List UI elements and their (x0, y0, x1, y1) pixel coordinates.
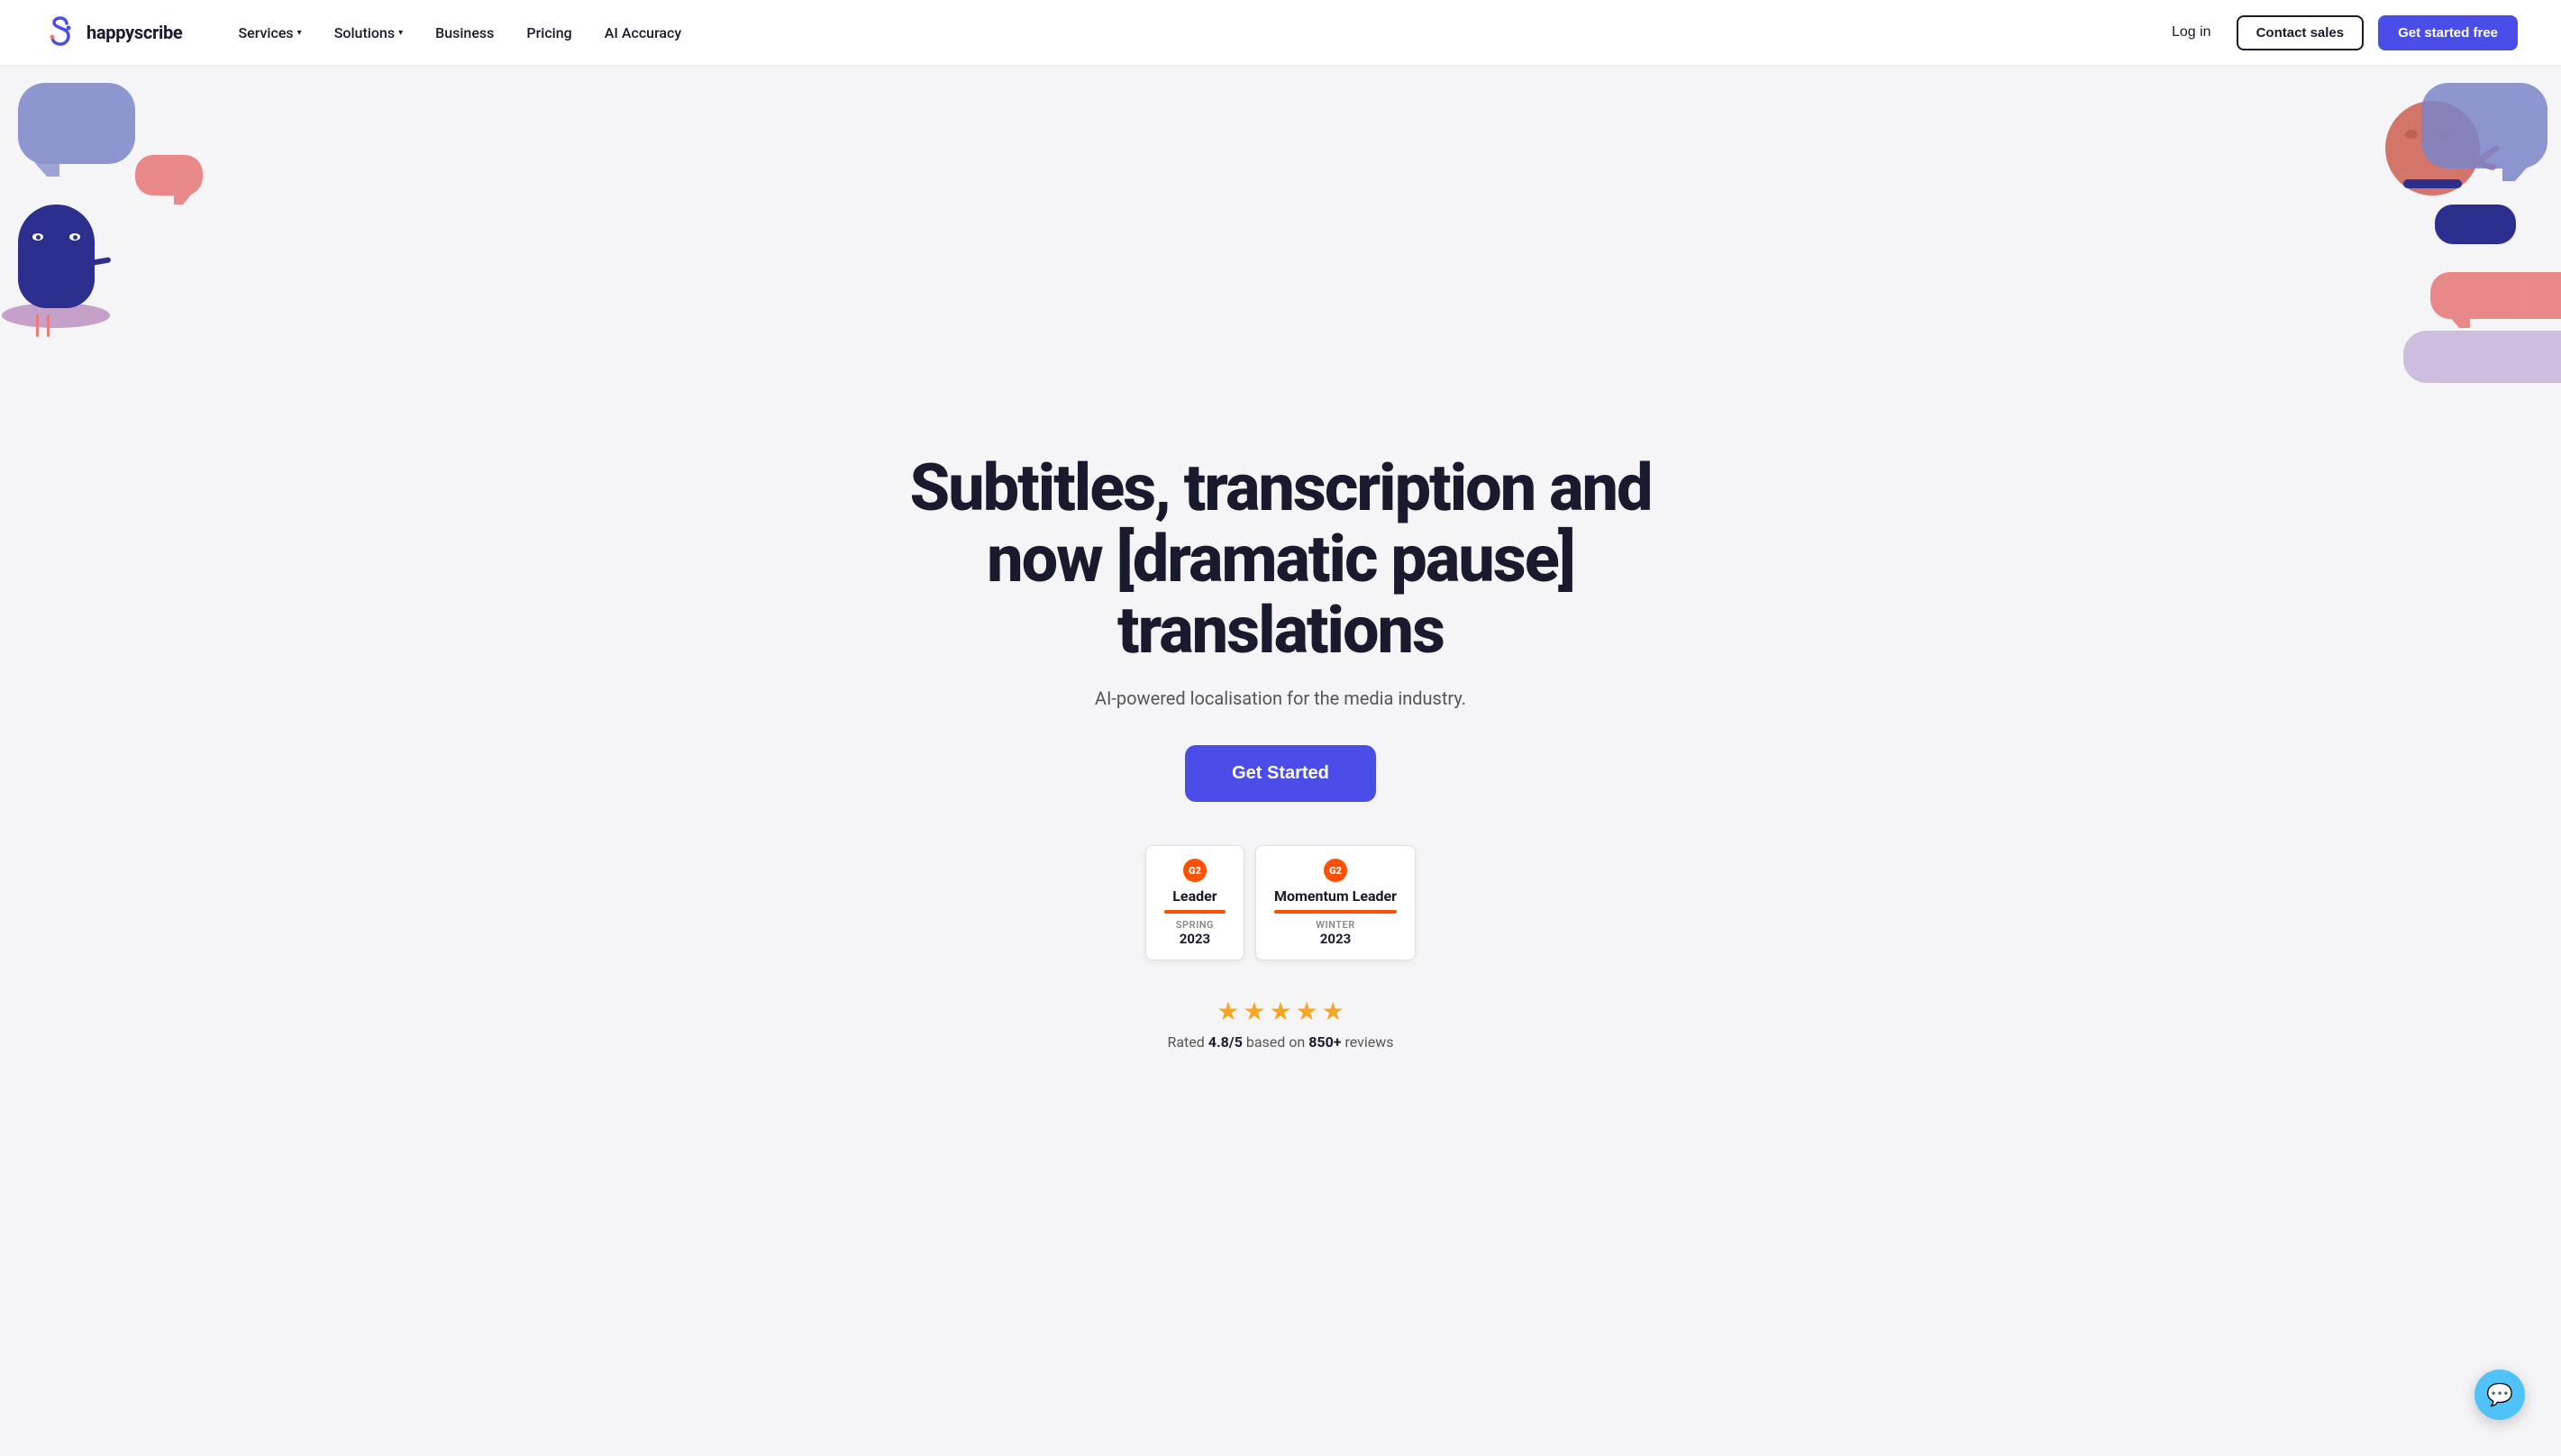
logo-link[interactable]: happyscribe (43, 15, 182, 50)
hero-deco-right (2327, 65, 2561, 470)
bubble-blue-left (18, 83, 135, 164)
character-left (18, 205, 110, 328)
nav-links: Services ▾ Solutions ▾ Business Pricing … (225, 17, 2161, 49)
nav-solutions[interactable]: Solutions ▾ (322, 17, 415, 49)
star-1: ★ (1217, 996, 1239, 1026)
badges-section: G2 Leader SPRING 2023 G2 Momentum Leader… (893, 845, 1668, 960)
badge-leader: G2 Leader SPRING 2023 (1145, 845, 1244, 960)
contact-sales-button[interactable]: Contact sales (2237, 15, 2365, 50)
rating-prefix: Rated (1167, 1033, 1208, 1051)
hero-subtitle: AI-powered localisation for the media in… (893, 687, 1668, 709)
hero-deco-left (0, 65, 216, 443)
rating-based-text: based on (1243, 1033, 1308, 1051)
bubble-pink-small-left (135, 155, 203, 196)
rating-count: 850+ (1308, 1033, 1341, 1051)
nav-business[interactable]: Business (423, 17, 506, 49)
hero-content: Subtitles, transcription and now [dramat… (893, 452, 1668, 1051)
rating-end: reviews (1341, 1033, 1393, 1051)
badge-momentum-season: WINTER (1316, 919, 1354, 931)
chat-button[interactable]: 💬 (2474, 1370, 2525, 1420)
login-button[interactable]: Log in (2161, 17, 2222, 48)
badge-leader-bar (1164, 910, 1226, 914)
navbar: happyscribe Services ▾ Solutions ▾ Busin… (0, 0, 2561, 65)
badge-momentum-year: 2023 (1320, 931, 1351, 947)
star-2: ★ (1243, 996, 1265, 1026)
rating-text: Rated 4.8/5 based on 850+ reviews (1167, 1033, 1393, 1051)
chat-icon: 💬 (2486, 1382, 2513, 1407)
nav-ai-accuracy[interactable]: AI Accuracy (592, 17, 695, 49)
star-4: ★ (1296, 996, 1318, 1026)
nav-services[interactable]: Services ▾ (225, 17, 314, 49)
badge-momentum-title: Momentum Leader (1274, 887, 1397, 905)
badge-leader-year: 2023 (1180, 931, 1210, 947)
nav-pricing[interactable]: Pricing (514, 17, 584, 49)
bubble-lavender-right (2403, 331, 2561, 383)
logo-text: happyscribe (87, 22, 182, 43)
g2-icon-momentum: G2 (1324, 859, 1347, 882)
badge-leader-title: Leader (1172, 887, 1217, 905)
bubble-pink-right (2430, 272, 2561, 319)
rating-section: ★ ★ ★ ★ ★ Rated 4.8/5 based on 850+ revi… (893, 996, 1668, 1051)
bubble-navy-right (2435, 205, 2516, 244)
badge-momentum: G2 Momentum Leader WINTER 2023 (1255, 845, 1416, 960)
stars-display: ★ ★ ★ ★ ★ (1217, 996, 1344, 1026)
services-chevron-icon: ▾ (297, 28, 302, 38)
badge-momentum-bar (1274, 910, 1397, 914)
badge-leader-season: SPRING (1176, 919, 1214, 931)
g2-icon-leader: G2 (1183, 859, 1207, 882)
logo-icon (43, 15, 77, 50)
hero-cta-button[interactable]: Get Started (1185, 745, 1376, 802)
nav-actions: Log in Contact sales Get started free (2161, 15, 2518, 50)
hero-section: Subtitles, transcription and now [dramat… (0, 65, 2561, 1456)
star-half: ★ (1322, 996, 1344, 1026)
star-3: ★ (1269, 996, 1291, 1026)
get-started-nav-button[interactable]: Get started free (2378, 15, 2518, 50)
rating-score: 4.8/5 (1208, 1033, 1243, 1051)
solutions-chevron-icon: ▾ (398, 28, 403, 38)
hero-title: Subtitles, transcription and now [dramat… (893, 452, 1668, 667)
bubble-blue-right (2421, 83, 2547, 168)
